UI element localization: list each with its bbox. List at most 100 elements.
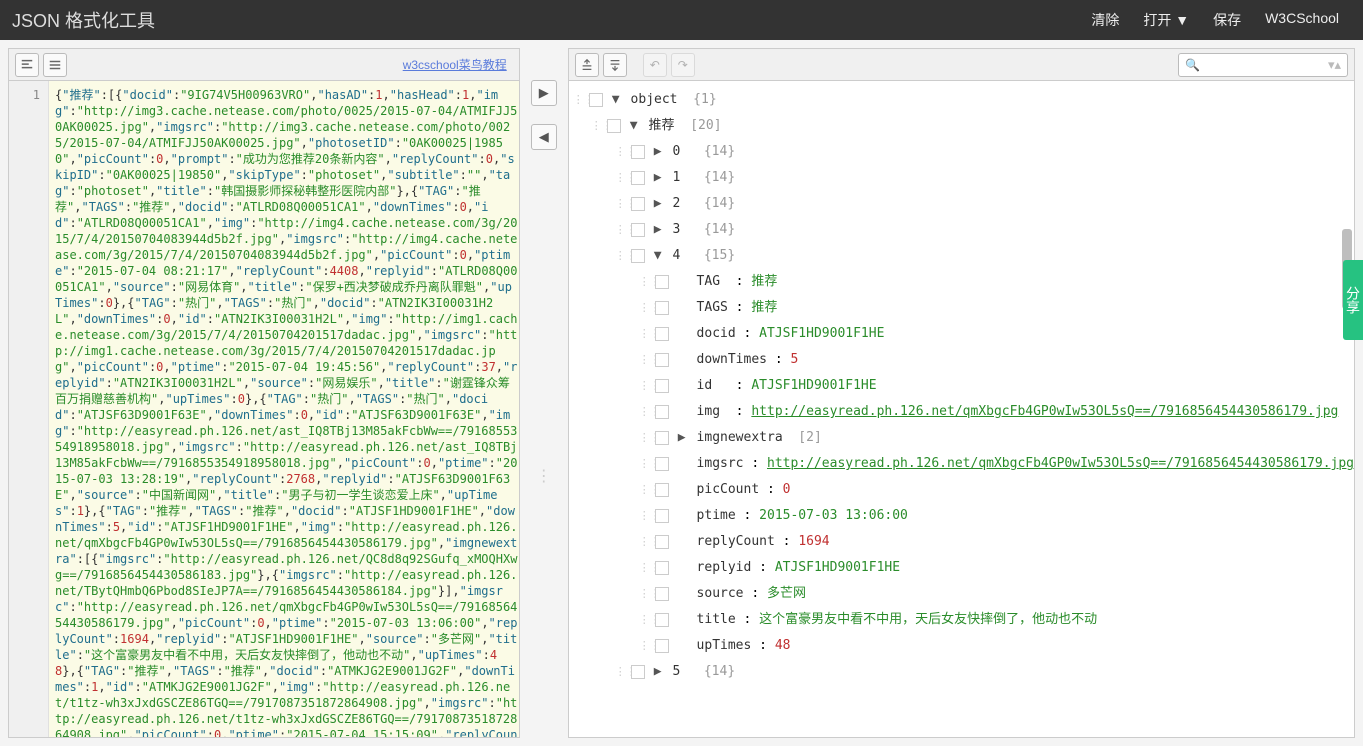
row-menu-icon[interactable] [631,197,645,211]
drag-handle-icon[interactable]: ⋮⋮ [615,659,629,685]
drag-handle-icon[interactable]: ⋮⋮ [573,87,587,113]
collapse-all-button[interactable] [603,53,627,77]
row-menu-icon[interactable] [631,249,645,263]
row-menu-icon[interactable] [607,119,621,133]
drag-handle-icon[interactable]: ⋮⋮ [639,633,653,659]
tree-value[interactable]: ATJSF1HD9001F1HE [775,555,900,581]
collapse-arrow-icon[interactable]: ▼ [627,113,641,139]
code-area[interactable]: {"推荐":[{"docid":"9IG74V5H00963VRO","hasA… [49,81,519,737]
tree-node-label: object [631,87,678,113]
tree-view[interactable]: ⋮⋮▼ object {1} ⋮⋮▼ 推荐 [20] ⋮⋮▶ 0 {14} ⋮⋮… [569,81,1354,737]
drag-handle-icon[interactable]: ⋮⋮ [639,555,653,581]
drag-handle-icon[interactable]: ⋮⋮ [639,347,653,373]
row-menu-icon[interactable] [655,457,669,471]
tree-value[interactable]: ATJSF1HD9001F1HE [751,373,876,399]
drag-handle-icon[interactable]: ⋮⋮ [639,425,653,451]
tree-node-label: 0 [673,139,681,165]
tree-key: img [697,399,720,425]
collapse-arrow-icon[interactable]: ▼ [651,243,665,269]
row-menu-icon[interactable] [655,327,669,341]
compact-button[interactable] [43,53,67,77]
menu-save[interactable]: 保存 [1201,0,1253,40]
drag-handle-icon[interactable]: ⋮⋮ [639,451,653,477]
tree-value[interactable]: 推荐 [751,269,777,295]
row-menu-icon[interactable] [655,353,669,367]
tree-value[interactable]: 这个富豪男友中看不中用，天后女友快摔倒了，他动也不动 [759,607,1097,633]
share-tab[interactable]: 分享 [1343,260,1363,340]
drag-handle-icon[interactable]: ⋮⋮ [639,269,653,295]
row-menu-icon[interactable] [655,275,669,289]
tree-value[interactable]: 1694 [798,529,829,555]
row-menu-icon[interactable] [655,613,669,627]
drag-handle-icon[interactable]: ⋮⋮ [639,477,653,503]
undo-button[interactable]: ↶ [643,53,667,77]
drag-handle-icon[interactable]: ⋮⋮ [639,607,653,633]
drag-handle-icon[interactable]: ⋮⋮ [615,139,629,165]
tree-value[interactable]: 2015-07-03 13:06:00 [759,503,908,529]
row-menu-icon[interactable] [631,665,645,679]
tree-value[interactable]: 多芒网 [767,581,806,607]
editor-panel: w3cschool菜鸟教程 1 {"推荐":[{"docid":"9IG74V5… [8,48,520,738]
expand-arrow-icon[interactable]: ▶ [651,191,665,217]
tree-value[interactable]: 0 [783,477,791,503]
tree-value[interactable]: 48 [775,633,791,659]
expand-arrow-icon[interactable]: ▶ [651,659,665,685]
collapse-arrow-icon[interactable]: ▼ [609,87,623,113]
to-right-button[interactable]: ▶ [531,80,557,106]
redo-button[interactable]: ↷ [671,53,695,77]
tree-node-label: 2 [673,191,681,217]
row-menu-icon[interactable] [655,535,669,549]
drag-handle-icon[interactable]: ⋮⋮ [639,321,653,347]
row-menu-icon[interactable] [655,509,669,523]
expand-arrow-icon[interactable]: ▶ [651,217,665,243]
drag-handle-icon[interactable]: ⋮⋮ [639,529,653,555]
tree-key: source [697,581,744,607]
expand-arrow-icon[interactable]: ▶ [651,139,665,165]
row-menu-icon[interactable] [631,171,645,185]
row-menu-icon[interactable] [631,223,645,237]
drag-handle-icon[interactable]: ⋮⋮ [591,113,605,139]
row-menu-icon[interactable] [655,301,669,315]
tutorial-link[interactable]: w3cschool菜鸟教程 [403,56,507,73]
row-menu-icon[interactable] [655,587,669,601]
row-menu-icon[interactable] [655,561,669,575]
row-menu-icon[interactable] [655,639,669,653]
drag-handle-icon[interactable]: ⋮⋮ [639,581,653,607]
tree-key: TAG [697,269,720,295]
drag-handle-icon[interactable]: ⋮⋮ [639,295,653,321]
menu-open[interactable]: 打开 ▼ [1131,0,1201,40]
drag-handle-icon[interactable]: ⋮ [536,466,552,486]
drag-handle-icon[interactable]: ⋮⋮ [615,191,629,217]
drag-handle-icon[interactable]: ⋮⋮ [639,503,653,529]
drag-handle-icon[interactable]: ⋮⋮ [615,217,629,243]
row-menu-icon[interactable] [655,483,669,497]
row-menu-icon[interactable] [655,431,669,445]
editor[interactable]: 1 {"推荐":[{"docid":"9IG74V5H00963VRO","ha… [9,81,519,737]
expand-all-button[interactable] [575,53,599,77]
search-dropdown-icon[interactable]: ▾▴ [1328,57,1341,73]
drag-handle-icon[interactable]: ⋮⋮ [639,399,653,425]
drag-handle-icon[interactable]: ⋮⋮ [639,373,653,399]
drag-handle-icon[interactable]: ⋮⋮ [615,243,629,269]
drag-handle-icon[interactable]: ⋮⋮ [615,165,629,191]
header-menu: 清除 打开 ▼ 保存 W3CSchool [1079,0,1351,40]
row-menu-icon[interactable] [655,405,669,419]
tree-value[interactable]: 5 [790,347,798,373]
menu-clear[interactable]: 清除 [1079,0,1131,40]
tree-value[interactable]: 推荐 [751,295,777,321]
tree-key: downTimes [697,347,767,373]
row-menu-icon[interactable] [589,93,603,107]
tree-value-link[interactable]: http://easyread.ph.126.net/qmXbgcFb4GP0w… [767,451,1354,477]
row-menu-icon[interactable] [631,145,645,159]
tree-value[interactable]: ATJSF1HD9001F1HE [759,321,884,347]
search-icon: 🔍 [1185,58,1200,72]
menu-w3cschool[interactable]: W3CSchool [1253,0,1351,40]
to-left-button[interactable]: ◀ [531,124,557,150]
expand-arrow-icon[interactable]: ▶ [651,165,665,191]
row-menu-icon[interactable] [655,379,669,393]
format-button[interactable] [15,53,39,77]
search-input[interactable]: 🔍 ▾▴ [1178,53,1348,77]
tree-value-link[interactable]: http://easyread.ph.126.net/qmXbgcFb4GP0w… [751,399,1338,425]
expand-arrow-icon[interactable]: ▶ [675,425,689,451]
tree-panel: ↶ ↷ 🔍 ▾▴ ⋮⋮▼ object {1} ⋮⋮▼ 推荐 [20] ⋮⋮▶ … [568,48,1355,738]
